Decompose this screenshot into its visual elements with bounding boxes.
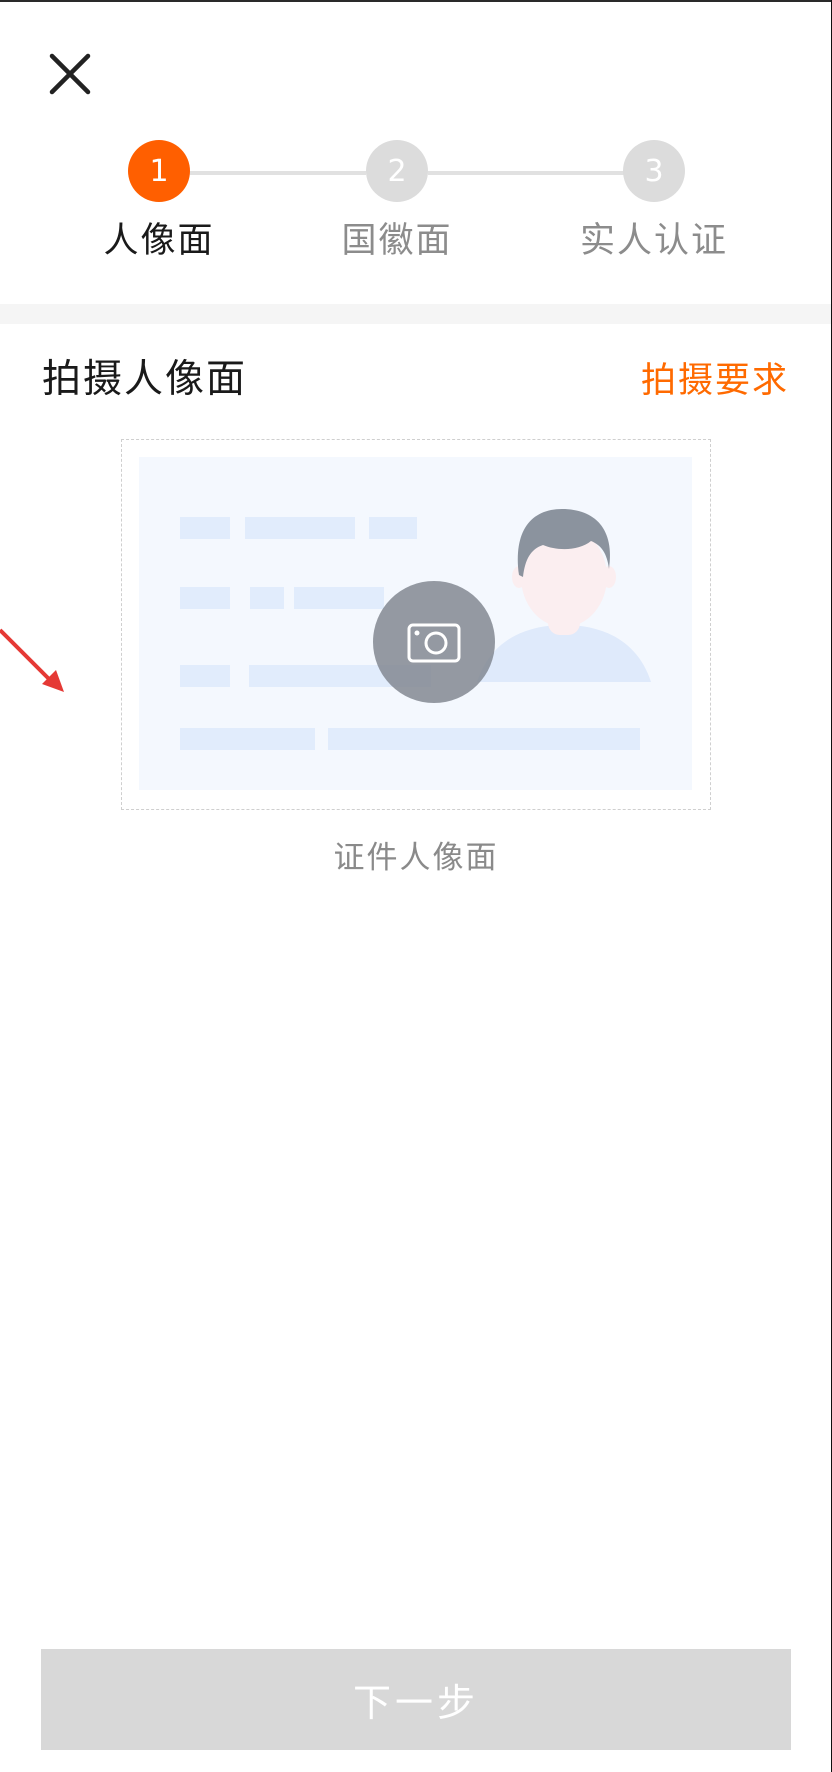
requirements-link[interactable]: 拍摄要求 [641, 352, 789, 403]
placeholder-bar [328, 728, 640, 750]
camera-button[interactable] [373, 581, 495, 703]
progress-stepper: 1 人像面 2 国徽面 3 实人认证 [0, 140, 831, 270]
section-divider [0, 304, 831, 324]
close-button[interactable] [40, 44, 100, 104]
placeholder-bar [250, 587, 284, 609]
page-title: 拍摄人像面 [42, 357, 248, 402]
placeholder-bar [180, 665, 230, 687]
step-emblem: 2 国徽面 [297, 140, 497, 263]
step-label-portrait: 人像面 [103, 221, 215, 261]
placeholder-bar [180, 587, 230, 609]
next-step-button[interactable]: 下一步 [41, 1649, 791, 1750]
placeholder-bar [369, 517, 417, 539]
step-label-emblem: 国徽面 [341, 221, 453, 261]
capture-caption: 证件人像面 [333, 840, 499, 876]
red-arrow-icon [0, 628, 64, 692]
top-border [0, 0, 831, 2]
id-portrait-capture-area[interactable] [121, 439, 711, 810]
step-portrait: 1 人像面 [59, 140, 259, 263]
placeholder-bar [180, 517, 230, 539]
verification-screen: 1 人像面 2 国徽面 3 实人认证 拍摄人像面 拍摄要求 证件人像面 下一步 [0, 0, 832, 1772]
close-icon [49, 53, 91, 95]
placeholder-bar [245, 517, 355, 539]
placeholder-bar [180, 728, 315, 750]
id-card-illustration [139, 457, 692, 790]
step-label-face-verify: 实人认证 [579, 221, 728, 261]
step-face-verify: 3 实人认证 [554, 140, 754, 263]
step-number-2: 2 [366, 140, 428, 202]
camera-icon [407, 623, 461, 663]
step-number-3: 3 [623, 140, 685, 202]
step-number-1: 1 [128, 140, 190, 202]
person-avatar-icon [477, 509, 651, 682]
placeholder-bar [294, 587, 384, 609]
